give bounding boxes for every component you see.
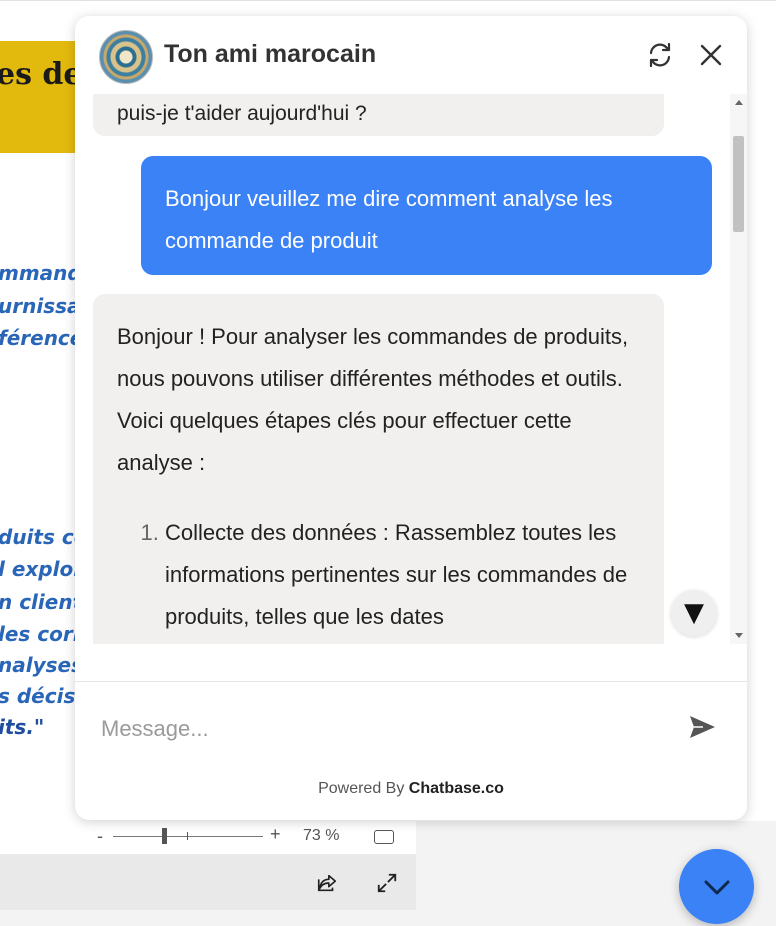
close-button[interactable] — [696, 40, 726, 70]
zoom-out-button[interactable]: - — [97, 826, 103, 847]
powered-by-link[interactable]: Chatbase.co — [409, 780, 504, 797]
avatar — [99, 30, 153, 84]
chevron-down-icon — [704, 880, 730, 895]
bot-message-text: Bonjour ! Pour analyser les commandes de… — [117, 324, 629, 475]
fit-page-icon[interactable] — [374, 830, 394, 844]
powered-by-prefix: Powered By — [318, 780, 409, 797]
scrollbar[interactable] — [730, 94, 747, 644]
divider — [75, 681, 747, 682]
list-item: Collecte des données : Rassemblez toutes… — [165, 512, 640, 638]
refresh-icon — [649, 42, 671, 68]
chat-header: Ton ami marocain — [75, 16, 747, 94]
user-message: Bonjour veuillez me dire comment analyse… — [141, 156, 712, 275]
expand-icon[interactable] — [376, 872, 398, 894]
refresh-button[interactable] — [645, 40, 675, 70]
chat-title: Ton ami marocain — [164, 40, 377, 68]
bot-message: Bonjour ! Pour analyser les commandes de… — [93, 294, 664, 644]
zoom-slider-tick — [187, 832, 188, 840]
chat-launcher-button[interactable] — [679, 849, 754, 924]
zoom-slider-thumb[interactable] — [162, 828, 167, 844]
document-line: nalyses — [0, 653, 83, 677]
document-line: l explor — [0, 557, 84, 581]
bot-message-list: Collecte des données : Rassemblez toutes… — [117, 512, 640, 638]
share-icon[interactable] — [316, 872, 338, 894]
message-input[interactable] — [99, 711, 663, 747]
scroll-down-arrow-icon[interactable] — [735, 633, 743, 638]
scroll-to-bottom-button[interactable]: ▼ — [671, 590, 717, 636]
powered-by: Powered By Chatbase.co — [75, 780, 747, 798]
send-icon[interactable] — [687, 712, 717, 742]
document-line: les corr — [0, 622, 83, 646]
document-line: its." — [0, 715, 45, 739]
document-line: n client — [0, 590, 83, 614]
bot-message: puis-je t'aider aujourd'hui ? — [93, 94, 664, 136]
scroll-up-arrow-icon[interactable] — [735, 100, 743, 105]
document-banner-text: es de — [0, 57, 83, 92]
close-icon — [700, 44, 722, 66]
document-toolbar — [0, 854, 416, 910]
bot-message-text: puis-je t'aider aujourd'hui ? — [117, 102, 367, 125]
chat-widget: Ton ami marocain puis-je t'aider aujourd… — [75, 16, 747, 820]
zoom-level: 73 % — [303, 827, 340, 844]
scrollbar-thumb[interactable] — [733, 136, 744, 232]
zoom-slider-track[interactable] — [113, 836, 263, 837]
zoom-bar: - + 73 % — [0, 820, 416, 854]
zoom-in-button[interactable]: + — [270, 824, 281, 845]
message-list[interactable]: puis-je t'aider aujourd'hui ? Bonjour ve… — [75, 94, 747, 644]
